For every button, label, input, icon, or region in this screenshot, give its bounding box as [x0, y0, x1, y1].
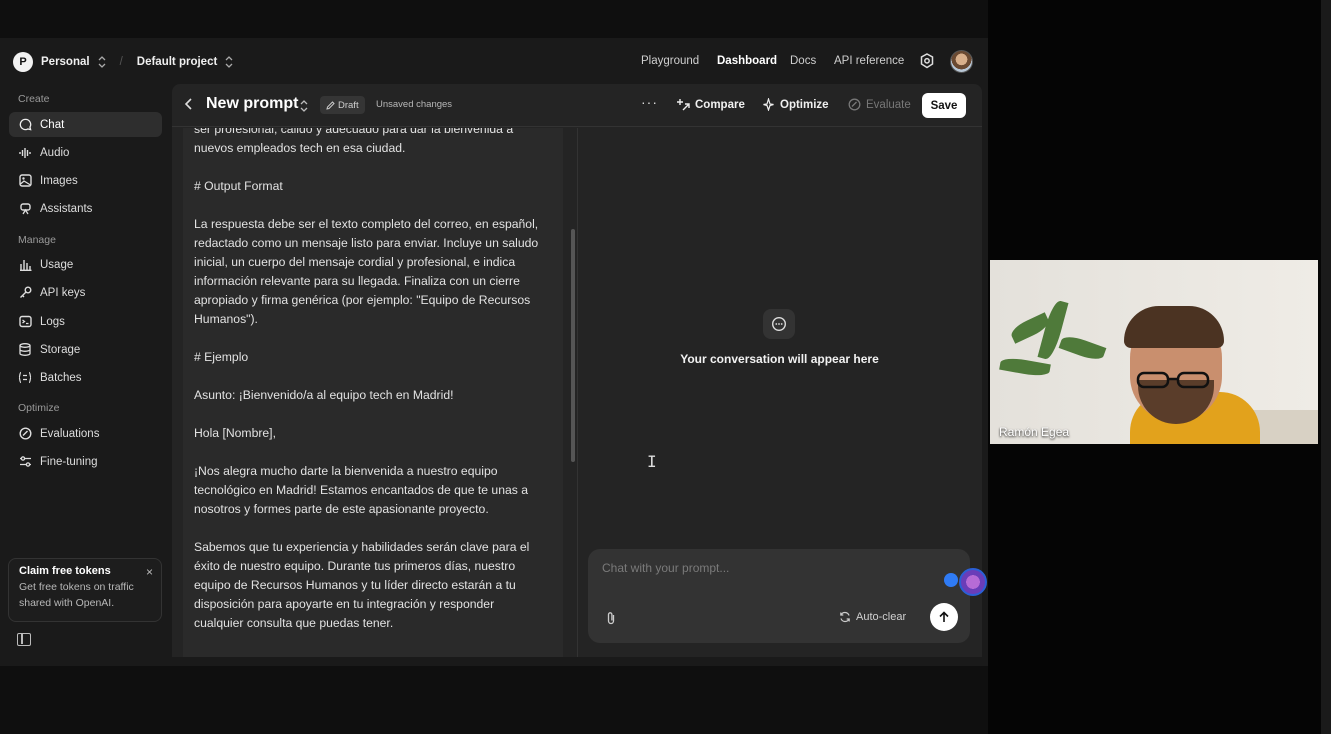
send-button[interactable] — [930, 603, 958, 631]
glasses-icon — [1136, 371, 1210, 389]
prompt-editor-text[interactable]: ser profesional, cálido y adecuado para … — [194, 128, 554, 633]
prompt-title[interactable]: New prompt — [206, 95, 298, 113]
images-icon — [18, 174, 32, 188]
chat-input[interactable] — [602, 561, 922, 575]
close-icon[interactable]: × — [146, 565, 153, 579]
bottom-letterbox — [0, 666, 988, 734]
prompt-editor[interactable]: ser profesional, cálido y adecuado para … — [183, 128, 563, 657]
compare-button[interactable]: Compare — [676, 98, 745, 111]
pencil-icon — [326, 100, 335, 110]
arrow-up-icon — [939, 611, 949, 622]
org-name: Personal — [41, 56, 90, 68]
save-button[interactable]: Save — [922, 93, 966, 118]
paperclip-icon[interactable] — [606, 611, 616, 625]
compare-icon — [677, 99, 690, 111]
top-letterbox — [0, 0, 988, 38]
claim-tokens-card[interactable]: Claim free tokens Get free tokens on tra… — [8, 558, 162, 622]
batches-icon — [18, 371, 32, 385]
text-cursor-icon: I — [647, 452, 657, 471]
sidebar-item-label: Audio — [40, 146, 70, 159]
evaluate-button[interactable]: Evaluate — [848, 98, 911, 111]
nav-playground[interactable]: Playground — [641, 55, 699, 67]
optimize-label: Optimize — [780, 98, 829, 111]
chat-bubble-icon — [763, 309, 795, 339]
chat-composer: Auto-clear — [588, 549, 970, 643]
sparkle-icon — [763, 98, 774, 111]
optimize-button[interactable]: Optimize — [762, 98, 829, 111]
storage-icon — [18, 343, 32, 357]
person-hair — [1124, 306, 1224, 348]
chevron-updown-icon — [98, 56, 106, 68]
sidebar-item-logs[interactable]: Logs — [9, 309, 162, 334]
right-edge — [1321, 0, 1331, 734]
logs-icon — [18, 315, 32, 329]
sidebar-item-label: Storage — [40, 343, 81, 356]
audio-icon — [18, 146, 32, 160]
sidebar-item-batches[interactable]: Batches — [9, 365, 162, 390]
check-badge-icon — [944, 573, 958, 587]
assistants-icon — [18, 202, 32, 216]
back-chevron-icon[interactable] — [184, 97, 194, 111]
sidebar-item-api-keys[interactable]: API keys — [9, 280, 162, 305]
sidebar-item-usage[interactable]: Usage — [9, 252, 162, 277]
empty-conversation-text: Your conversation will appear here — [680, 352, 879, 366]
evaluate-icon — [848, 98, 861, 111]
prompt-toolbar: New prompt Draft Unsaved changes ··· Com… — [172, 84, 982, 127]
section-title-manage: Manage — [18, 234, 56, 246]
sidebar-item-label: Logs — [40, 315, 65, 328]
sidebar-item-label: Assistants — [40, 202, 93, 215]
chevron-updown-icon[interactable] — [300, 100, 308, 112]
more-options-icon[interactable]: ··· — [641, 94, 658, 110]
section-title-create: Create — [18, 93, 50, 105]
video-tile: Ramón Egea — [990, 260, 1318, 444]
nav-api-reference[interactable]: API reference — [834, 55, 904, 67]
auto-clear-toggle[interactable]: Auto-clear — [839, 611, 906, 623]
sidebar-item-chat[interactable]: Chat — [9, 112, 162, 137]
claim-description: Get free tokens on traffic shared with O… — [19, 581, 134, 609]
sidebar-item-label: API keys — [40, 286, 86, 299]
breadcrumb-separator: / — [119, 56, 123, 68]
sidebar-item-fine-tuning[interactable]: Fine-tuning — [9, 449, 162, 474]
sidebar-item-evaluations[interactable]: Evaluations — [9, 421, 162, 446]
settings-icon[interactable] — [919, 53, 935, 69]
editor-scrollbar[interactable] — [571, 229, 575, 462]
org-avatar: P — [13, 52, 33, 72]
org-switcher[interactable]: P Personal / Default project — [13, 52, 233, 72]
fine-tuning-icon — [18, 455, 32, 469]
panel-divider[interactable] — [577, 128, 578, 657]
draft-badge: Draft — [320, 96, 365, 114]
sidebar-toggle-icon[interactable] — [17, 633, 31, 646]
sidebar-item-storage[interactable]: Storage — [9, 337, 162, 362]
section-title-optimize: Optimize — [18, 402, 60, 414]
sidebar-item-label: Evaluations — [40, 427, 100, 440]
sidebar-item-images[interactable]: Images — [9, 168, 162, 193]
prompt-workspace: New prompt Draft Unsaved changes ··· Com… — [172, 84, 982, 657]
nav-dashboard[interactable]: Dashboard — [717, 55, 777, 67]
sidebar-item-label: Images — [40, 174, 78, 187]
project-name[interactable]: Default project — [137, 56, 218, 68]
sidebar-item-label: Fine-tuning — [40, 455, 98, 468]
sidebar-item-assistants[interactable]: Assistants — [9, 196, 162, 221]
auto-clear-label: Auto-clear — [856, 611, 907, 623]
sidebar-item-label: Usage — [40, 258, 74, 271]
nav-docs[interactable]: Docs — [790, 55, 816, 67]
draft-label: Draft — [338, 99, 359, 111]
refresh-icon — [840, 611, 850, 623]
compare-label: Compare — [695, 98, 745, 111]
key-icon — [18, 286, 32, 300]
sidebar-item-label: Batches — [40, 371, 82, 384]
sidebar-item-label: Chat — [40, 118, 65, 131]
sidebar-item-audio[interactable]: Audio — [9, 140, 162, 165]
user-avatar[interactable] — [950, 50, 973, 73]
claim-title: Claim free tokens — [19, 565, 111, 577]
chevron-updown-icon — [225, 56, 233, 68]
evaluate-label: Evaluate — [866, 98, 911, 111]
evaluations-icon — [18, 427, 32, 441]
unsaved-changes-text: Unsaved changes — [376, 99, 453, 110]
usage-icon — [18, 258, 32, 272]
participant-name: Ramón Egea — [999, 425, 1070, 439]
assistant-bubble-icon[interactable] — [959, 568, 987, 596]
chat-icon — [18, 118, 32, 132]
